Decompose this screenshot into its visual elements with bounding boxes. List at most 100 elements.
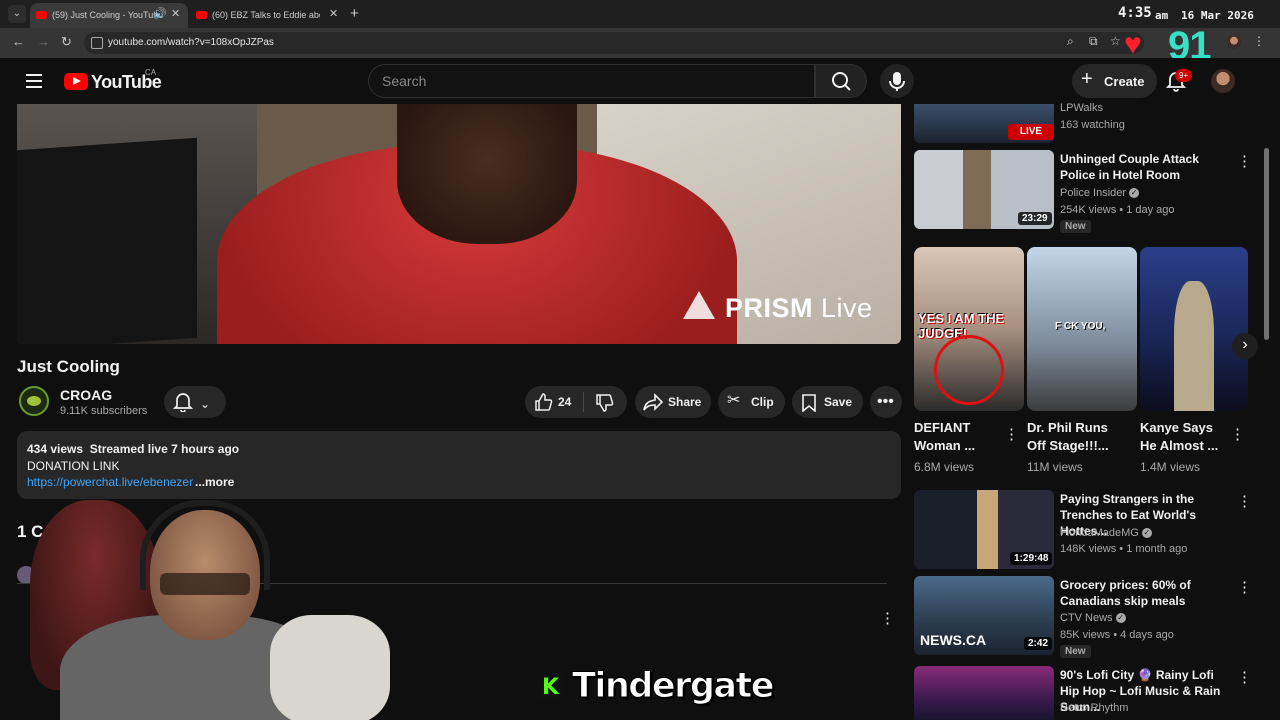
new-badge: New	[1060, 220, 1091, 233]
page-scrollbar[interactable]	[1264, 148, 1269, 340]
bookmark-icon	[802, 394, 816, 412]
channel-name[interactable]: Police Insider ✓	[1060, 187, 1140, 199]
clip-label: Clip	[751, 395, 774, 409]
prism-watermark-suffix: Live	[821, 293, 873, 323]
channel-name-text: Police Insider	[1060, 187, 1127, 199]
microphone-icon	[889, 72, 905, 91]
tab-search-button[interactable]: ⌄	[8, 5, 26, 23]
video-duration: 23:29	[1018, 212, 1052, 225]
prism-watermark: PRISM Live	[725, 293, 873, 324]
background-bag	[270, 615, 390, 720]
search-input[interactable]	[368, 64, 815, 98]
watching-count: 163 watching	[1060, 119, 1125, 131]
shorts-next-button[interactable]: ›	[1232, 333, 1258, 359]
show-more-button[interactable]: ...more	[195, 475, 234, 489]
video-thumbnail[interactable]	[914, 666, 1054, 720]
hamburger-menu-icon[interactable]	[26, 74, 42, 92]
subscriber-count: 9.11K subscribers	[60, 405, 148, 417]
short-thumbnail[interactable]: YES I AM THE JUDGE!	[914, 247, 1024, 411]
search-button[interactable]	[815, 64, 867, 98]
cast-icon[interactable]: ⧉	[1089, 34, 1098, 49]
create-label: Create	[1104, 74, 1145, 89]
browser-profile-avatar[interactable]	[1227, 35, 1241, 49]
share-label: Share	[668, 395, 702, 409]
video-menu-icon[interactable]: ⋮	[1237, 152, 1252, 170]
forward-arrow-icon[interactable]: →	[37, 34, 50, 49]
video-title[interactable]: Grocery prices: 60% of Canadians skip me…	[1060, 577, 1232, 609]
prism-watermark-name: PRISM	[725, 293, 814, 323]
url-text[interactable]: youtube.com/watch?v=108xOpJZPas	[108, 37, 274, 48]
tab-close-icon[interactable]: ✕	[329, 7, 338, 20]
verified-icon: ✓	[1141, 528, 1152, 539]
short-title[interactable]: Dr. Phil Runs Off Stage!!!...	[1027, 419, 1115, 455]
like-button[interactable]	[533, 392, 553, 412]
site-info-icon[interactable]	[91, 37, 103, 49]
video-duration: 1:29:48	[1010, 552, 1053, 565]
video-title: Just Cooling	[17, 357, 120, 376]
short-thumbnail[interactable]	[1140, 247, 1248, 411]
heart-icon: ♥	[1124, 28, 1142, 61]
comment-menu-icon[interactable]: ⋮	[880, 609, 895, 627]
prism-logo-icon	[683, 291, 715, 319]
notifications-badge: 9+	[1175, 69, 1193, 82]
channel-name[interactable]: FloridaMadeMG ✓	[1060, 527, 1152, 539]
plus-icon: +	[1081, 68, 1093, 90]
stream-caption: Tindergate	[572, 666, 775, 707]
video-menu-icon[interactable]: ⋮	[1237, 492, 1252, 510]
like-count: 24	[558, 395, 572, 409]
video-menu-icon[interactable]: ⋮	[1237, 668, 1252, 686]
back-arrow-icon[interactable]: ←	[12, 34, 25, 49]
channel-avatar[interactable]	[19, 386, 49, 416]
zoom-icon[interactable]: ⌕	[1067, 34, 1074, 49]
voice-search-button[interactable]	[880, 64, 914, 98]
channel-name-text: CTV News	[1060, 612, 1113, 624]
channel-name[interactable]: CTV News ✓	[1060, 612, 1126, 624]
short-title[interactable]: Kanye Says He Almost ...	[1140, 419, 1228, 455]
description-line: DONATION LINK	[27, 459, 120, 473]
video-duration: 2:42	[1024, 637, 1053, 650]
bell-icon	[173, 393, 193, 412]
tab-title: (59) Just Cooling - YouTube	[52, 10, 164, 20]
video-meta: 148K views • 1 month ago	[1060, 543, 1188, 555]
youtube-logo-icon[interactable]	[64, 73, 88, 90]
channel-name[interactable]: LPWalks	[1060, 102, 1103, 114]
short-thumbnail[interactable]: F CK YOU,	[1027, 247, 1137, 411]
live-badge: LIVE	[1008, 124, 1054, 140]
youtube-favicon-icon	[36, 11, 47, 19]
short-title[interactable]: DEFIANT Woman ...	[914, 419, 1002, 455]
browser-menu-icon[interactable]: ⋮	[1253, 34, 1265, 48]
video-meta: 434 views Streamed live 7 hours ago	[27, 442, 240, 456]
dislike-button[interactable]	[594, 393, 614, 413]
streamer-webcam	[0, 495, 400, 720]
video-menu-icon[interactable]: ⋮	[1237, 578, 1252, 596]
channel-name[interactable]: Retro-Rhythm	[1060, 702, 1128, 714]
video-meta: 85K views • 4 days ago	[1060, 629, 1174, 641]
video-title[interactable]: Unhinged Couple Attack Police in Hotel R…	[1060, 151, 1232, 183]
short-thumb-text: F CK YOU,	[1055, 321, 1106, 332]
account-avatar[interactable]	[1211, 69, 1235, 93]
new-badge: New	[1060, 645, 1091, 658]
clock-time: 4:35	[1118, 5, 1152, 21]
short-menu-icon[interactable]: ⋮	[1004, 425, 1019, 443]
channel-name-text: FloridaMadeMG	[1060, 527, 1139, 539]
channel-name[interactable]: CROAG	[60, 387, 112, 403]
new-tab-button[interactable]: +	[350, 5, 359, 22]
like-divider	[583, 392, 584, 412]
short-highlight-circle	[934, 335, 1004, 405]
reload-icon[interactable]: ↻	[61, 34, 72, 50]
bookmark-star-icon[interactable]: ☆	[1110, 34, 1121, 48]
donation-link[interactable]: https://powerchat.live/ebenezer	[27, 475, 193, 489]
short-views: 1.4M views	[1140, 460, 1201, 474]
chevron-down-icon: ⌄	[200, 397, 211, 411]
search-icon	[832, 72, 851, 91]
video-player[interactable]: PRISM Live	[17, 104, 901, 344]
browser-tab-active[interactable]: (59) Just Cooling - YouTube 🔊 ✕	[30, 3, 188, 28]
browser-tab[interactable]: (60) EBZ Talks to Eddie about h ✕	[190, 3, 345, 28]
short-figure	[1174, 281, 1214, 411]
tab-close-icon[interactable]: ✕	[171, 7, 180, 20]
verified-icon: ✓	[1129, 188, 1140, 199]
share-icon	[643, 393, 663, 411]
kick-logo-icon	[536, 673, 564, 701]
short-menu-icon[interactable]: ⋮	[1230, 425, 1245, 443]
clock-ampm: am	[1155, 9, 1169, 22]
